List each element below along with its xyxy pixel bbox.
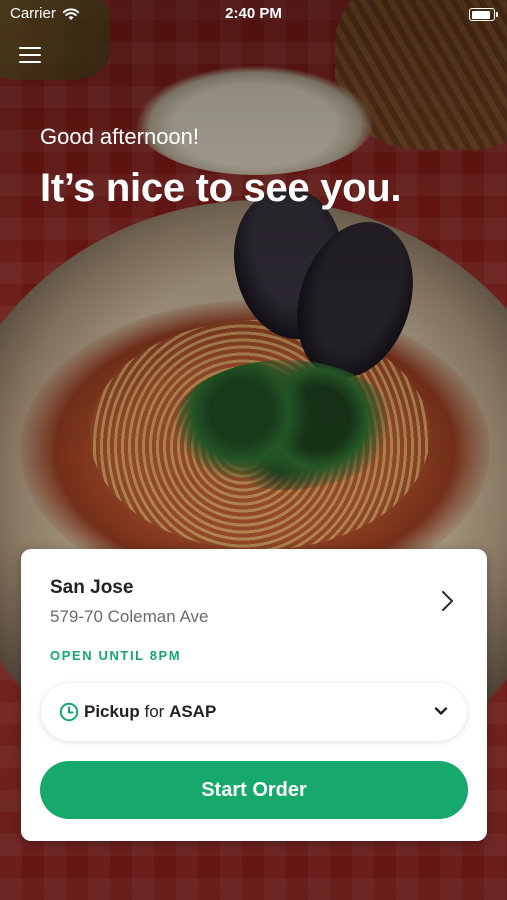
order-mode: Pickup (84, 702, 140, 721)
location-name[interactable]: San Jose (50, 577, 133, 599)
battery-fill (471, 10, 490, 19)
order-type-label: Pickup for ASAP (84, 702, 216, 722)
status-time: 2:40 PM (225, 5, 282, 22)
chevron-right-icon[interactable] (435, 589, 459, 613)
order-time: ASAP (169, 702, 217, 721)
status-bar: Carrier 2:40 PM (0, 0, 507, 28)
open-hours-badge: OPEN UNTIL 8PM (50, 648, 182, 663)
order-type-selector[interactable]: Pickup for ASAP (41, 683, 467, 741)
order-connector: for (144, 702, 165, 721)
chevron-down-icon (434, 707, 448, 715)
location-card: San Jose 579-70 Coleman Ave OPEN UNTIL 8… (21, 549, 487, 841)
menu-line (19, 61, 41, 63)
menu-line (19, 47, 41, 49)
greeting-text: Good afternoon! (40, 124, 200, 149)
hamburger-menu-icon[interactable] (19, 47, 41, 67)
location-address: 579-70 Coleman Ave (50, 607, 209, 626)
clock-icon (59, 702, 79, 722)
menu-line (19, 54, 41, 56)
battery-icon (469, 8, 498, 21)
page-title: It’s nice to see you. (40, 166, 402, 210)
start-order-button[interactable]: Start Order (40, 761, 468, 819)
